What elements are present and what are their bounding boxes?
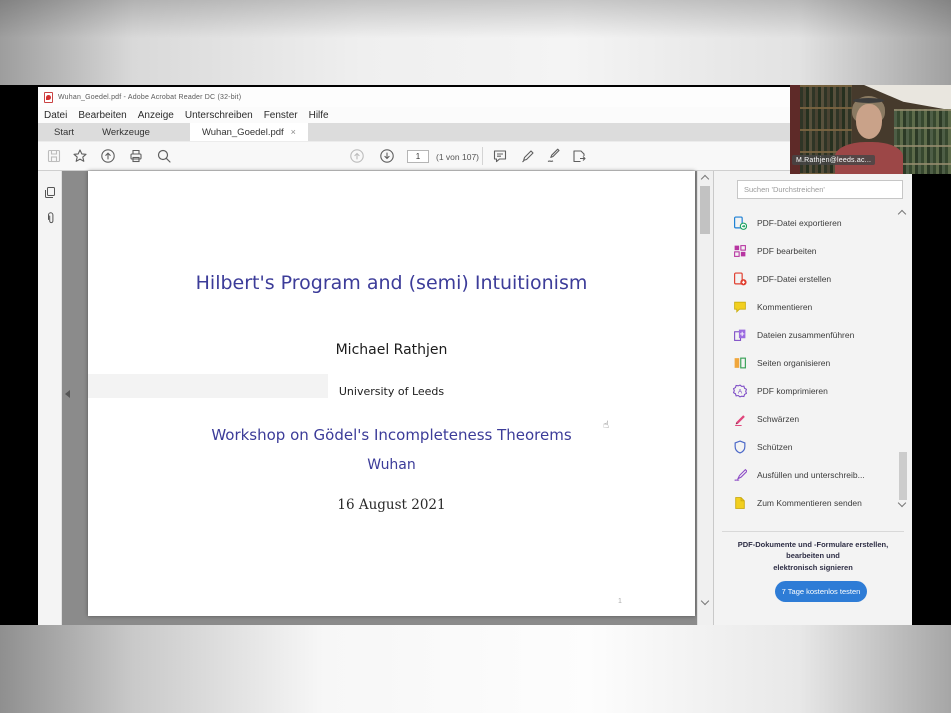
export-pdf-icon (733, 216, 747, 230)
fill-sign-icon (733, 468, 747, 482)
menu-datei[interactable]: Datei (44, 110, 67, 121)
document-scrollbar-thumb[interactable] (700, 186, 710, 234)
tool-create-pdf[interactable]: PDF-Datei erstellen (733, 267, 891, 291)
print-icon[interactable] (128, 148, 144, 164)
save-icon[interactable] (46, 148, 62, 164)
menubar: Datei Bearbeiten Anzeige Unterschreiben … (38, 107, 912, 123)
page-down-icon[interactable] (379, 148, 395, 164)
document-scrollbar[interactable] (697, 171, 713, 625)
tab-start[interactable]: Start (40, 123, 88, 141)
menu-hilfe[interactable]: Hilfe (309, 110, 329, 121)
share-upload-icon[interactable] (100, 148, 116, 164)
tool-redact[interactable]: Schwärzen (733, 407, 891, 431)
hand-tool-cursor-icon: ☝ (603, 420, 609, 431)
tool-comment[interactable]: Kommentieren (733, 295, 891, 319)
tool-send-for-comments[interactable]: Zum Kommentieren senden (733, 491, 891, 515)
headphones-band (853, 98, 884, 103)
sign-pen-icon[interactable] (546, 148, 562, 164)
tool-protect[interactable]: Schützen (733, 435, 891, 459)
webcam-overlay: M.Rathjen@leeds.ac... (790, 85, 951, 174)
acrobat-pdf-icon (44, 92, 53, 103)
window-title: Wuhan_Goedel.pdf - Adobe Acrobat Reader … (58, 94, 241, 101)
menu-unterschreiben[interactable]: Unterschreiben (185, 110, 253, 121)
navigation-rail (38, 171, 62, 625)
tool-compress-pdf[interactable]: A PDF komprimieren (733, 379, 891, 403)
page-count-label: (1 von 107) (436, 152, 479, 162)
slide-title: Hilbert's Program and (semi) Intuitionis… (88, 272, 695, 294)
slide-date: 16 August 2021 (88, 497, 695, 513)
collapse-left-panel-icon[interactable] (65, 390, 70, 398)
comment-bubble-icon[interactable] (492, 148, 508, 164)
page-up-icon[interactable] (349, 148, 365, 164)
create-pdf-icon (733, 272, 747, 286)
slide-page-number: 1 (618, 598, 622, 605)
tool-organize-pages[interactable]: Seiten organisieren (733, 351, 891, 375)
tool-edit-pdf[interactable]: PDF bearbeiten (733, 239, 891, 263)
star-icon[interactable] (72, 148, 88, 164)
comment-icon (733, 300, 747, 314)
slide-location: Wuhan (88, 457, 695, 473)
edit-pdf-icon (733, 244, 747, 258)
share-document-icon[interactable] (571, 148, 587, 164)
search-zoom-icon[interactable] (156, 148, 172, 164)
send-for-comments-icon (733, 496, 747, 510)
page-thumbnails-icon[interactable] (44, 186, 57, 199)
combine-files-icon (733, 328, 747, 342)
tools-search-input[interactable] (737, 180, 903, 199)
sidebar-scrollbar-thumb[interactable] (899, 452, 907, 500)
menu-anzeige[interactable]: Anzeige (138, 110, 174, 121)
tabbar: Start Werkzeuge Wuhan_Goedel.pdf × (38, 123, 912, 141)
slide-affiliation: University of Leeds (88, 385, 695, 398)
menu-bearbeiten[interactable]: Bearbeiten (78, 110, 126, 121)
tab-close-icon[interactable]: × (291, 127, 296, 137)
video-frame: Wuhan_Goedel.pdf - Adobe Acrobat Reader … (0, 0, 951, 713)
slide-author: Michael Rathjen (88, 342, 695, 358)
tool-combine-files[interactable]: Dateien zusammenführen (733, 323, 891, 347)
attachments-icon[interactable] (44, 211, 57, 224)
redact-icon (733, 412, 747, 426)
background-bottom-band (0, 625, 951, 713)
presenter-face (856, 104, 882, 139)
tab-werkzeuge[interactable]: Werkzeuge (88, 123, 164, 141)
promo-line2: bearbeiten und (720, 550, 906, 561)
free-trial-button[interactable]: 7 Tage kostenlos testen (775, 581, 867, 602)
promo-line3: elektronisch signieren (720, 562, 906, 573)
background-top-band (0, 0, 951, 85)
toolbar-divider (482, 147, 483, 165)
highlight-pen-icon[interactable] (520, 148, 536, 164)
tool-export-pdf[interactable]: PDF-Datei exportieren (733, 211, 891, 235)
tab-document-label: Wuhan_Goedel.pdf (202, 127, 284, 138)
tool-fill-sign[interactable]: Ausfüllen und unterschreib... (733, 463, 891, 487)
sidebar-divider (722, 531, 904, 532)
compress-pdf-icon: A (733, 384, 747, 398)
promo-text: PDF-Dokumente und -Formulare erstellen, … (720, 539, 906, 573)
protect-icon (733, 440, 747, 454)
titlebar: Wuhan_Goedel.pdf - Adobe Acrobat Reader … (38, 87, 912, 107)
tab-document[interactable]: Wuhan_Goedel.pdf × (190, 123, 308, 141)
page-number-input[interactable] (407, 150, 429, 163)
organize-pages-icon (733, 356, 747, 370)
promo-line1: PDF-Dokumente und -Formulare erstellen, (720, 539, 906, 550)
presenter-name-label: M.Rathjen@leeds.ac... (792, 155, 875, 165)
menu-fenster[interactable]: Fenster (264, 110, 298, 121)
svg-text:A: A (738, 388, 743, 395)
